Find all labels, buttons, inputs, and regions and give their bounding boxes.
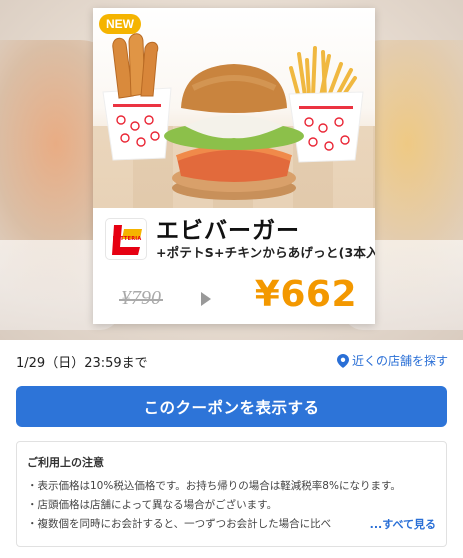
notes-title: ご利用上の注意 — [27, 456, 104, 469]
find-store-label: 近くの店舗を探す — [351, 354, 448, 368]
find-store-link[interactable]: 近くの店舗を探す — [336, 352, 448, 369]
ebi-burger — [164, 64, 304, 200]
hero-background: NEW LOTTERIA エビバーガー +ポテトS+チキンからあげっと(3本入り… — [0, 0, 463, 340]
new-badge: NEW — [99, 14, 141, 34]
note-item: 表示価格は10%税込価格です。お持ち帰りの場合は軽減税率8%になります。 — [27, 478, 439, 493]
product-title: エビバーガー — [156, 218, 300, 244]
text-fade — [332, 514, 362, 530]
see-all-link[interactable]: ...すべて見る — [365, 516, 436, 532]
coupon-card[interactable]: NEW LOTTERIA エビバーガー +ポテトS+チキンからあげっと(3本入り… — [93, 8, 375, 324]
original-price: ¥790 — [119, 287, 163, 309]
note-item: 複数個を同時にお会計すると、一つずつお会計した場合に比べ — [27, 516, 372, 531]
fries-cup — [288, 46, 364, 163]
location-pin-icon — [336, 353, 349, 368]
discount-price: ¥662 — [254, 274, 357, 315]
chicken-cup — [102, 33, 172, 161]
arrow-right-icon — [201, 292, 211, 306]
note-item: 店頭価格は店舗によって異なる場合がございます。 — [27, 497, 439, 512]
product-illustration — [102, 33, 364, 200]
show-coupon-button[interactable]: このクーポンを表示する — [16, 386, 447, 427]
expiry-date: 1/29（日）23:59まで — [16, 356, 148, 371]
product-photo: NEW — [93, 8, 375, 208]
product-subtitle: +ポテトS+チキンからあげっと(3本入り) — [156, 245, 375, 260]
brand-logo: LOTTERIA — [105, 218, 147, 260]
brand-logo-text: LOTTERIA — [112, 236, 142, 242]
usage-notes: ご利用上の注意 表示価格は10%税込価格です。お持ち帰りの場合は軽減税率8%にな… — [16, 441, 447, 547]
